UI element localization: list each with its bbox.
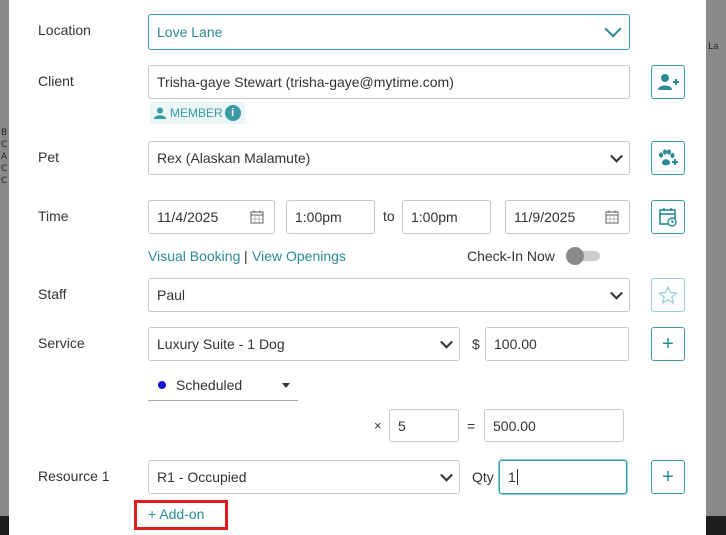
service-select[interactable]: Luxury Suite - 1 Dog: [148, 327, 460, 361]
qty-label: Qty: [472, 469, 494, 485]
backdrop-bottom-left: [0, 516, 9, 535]
plus-icon: +: [662, 465, 674, 488]
service-value: Luxury Suite - 1 Dog: [157, 336, 285, 352]
start-time-input[interactable]: 1:00pm: [286, 200, 375, 234]
backdrop-left-strip: B C A C C: [0, 0, 9, 535]
currency-symbol: $: [472, 336, 480, 352]
service-label: Service: [38, 335, 85, 351]
status-dropdown[interactable]: Scheduled: [148, 370, 298, 401]
pet-value: Rex (Alaskan Malamute): [157, 150, 311, 166]
end-time-value: 1:00pm: [411, 209, 458, 225]
info-icon[interactable]: i: [224, 105, 241, 121]
location-value: Love Lane: [157, 24, 223, 40]
location-select[interactable]: Love Lane: [148, 14, 630, 50]
plus-icon: +: [662, 332, 674, 355]
check-in-toggle[interactable]: [566, 247, 602, 265]
star-icon: [658, 285, 678, 305]
backdrop-text: C: [1, 176, 8, 186]
backdrop-text: A: [1, 152, 8, 162]
client-input[interactable]: Trisha-gaye Stewart (trisha-gaye@mytime.…: [148, 65, 630, 99]
resource-label: Resource 1: [38, 468, 110, 484]
equals-sign: =: [467, 418, 476, 434]
backdrop-text: B: [1, 128, 8, 138]
end-date-value: 11/9/2025: [514, 209, 576, 225]
pet-label: Pet: [38, 149, 60, 165]
total-input[interactable]: 500.00: [484, 409, 624, 442]
caret-down-icon: [282, 383, 290, 388]
add-on-link[interactable]: + Add-on: [148, 506, 204, 522]
calendar-refresh-icon: [659, 208, 677, 227]
check-in-label: Check-In Now: [467, 248, 555, 264]
resource-qty-input[interactable]: 1: [499, 460, 627, 494]
user-icon: [154, 107, 166, 119]
client-label: Client: [38, 73, 74, 89]
resource-select[interactable]: R1 - Occupied: [148, 460, 460, 494]
add-pet-button[interactable]: [651, 141, 685, 175]
status-value: Scheduled: [176, 377, 243, 393]
text-cursor: [516, 469, 518, 485]
member-badge: MEMBER i: [150, 102, 245, 124]
add-client-button[interactable]: [651, 65, 685, 99]
calendar-icon[interactable]: [250, 210, 264, 224]
resource-value: R1 - Occupied: [157, 469, 247, 485]
appointment-modal: Location Love Lane Client Trisha-gaye St…: [9, 0, 706, 535]
multiply-sign: ×: [374, 418, 382, 433]
backdrop-text: La: [708, 42, 719, 52]
paw-plus-icon: [659, 149, 678, 166]
add-service-button[interactable]: +: [651, 327, 685, 361]
end-date-input[interactable]: 11/9/2025: [505, 200, 630, 234]
member-badge-label: MEMBER: [170, 106, 223, 120]
service-price-value: 100.00: [494, 336, 537, 352]
client-value: Trisha-gaye Stewart (trisha-gaye@mytime.…: [157, 74, 454, 90]
end-time-input[interactable]: 1:00pm: [402, 200, 491, 234]
backdrop-text: C: [1, 140, 8, 150]
staff-value: Paul: [157, 287, 186, 303]
backdrop-text: C: [1, 164, 8, 174]
view-openings-link[interactable]: View Openings: [252, 248, 346, 264]
start-time-value: 1:00pm: [295, 209, 342, 225]
pet-select[interactable]: Rex (Alaskan Malamute): [148, 141, 630, 175]
location-label: Location: [38, 22, 91, 38]
calendar-sync-button[interactable]: [651, 200, 685, 234]
backdrop-right-strip: La: [706, 0, 726, 535]
start-date-input[interactable]: 11/4/2025: [148, 200, 275, 234]
staff-label: Staff: [38, 286, 67, 302]
time-label: Time: [38, 208, 69, 224]
start-date-value: 11/4/2025: [157, 209, 219, 225]
add-user-icon: [658, 74, 679, 90]
backdrop-bottom-right: [706, 516, 726, 535]
toggle-knob: [566, 247, 584, 265]
link-separator: |: [244, 248, 248, 264]
resource-qty-value: 1: [508, 469, 516, 485]
staff-select[interactable]: Paul: [148, 278, 630, 312]
quantity-input[interactable]: 5: [389, 409, 459, 442]
status-dot-icon: [158, 381, 166, 389]
calendar-icon[interactable]: [605, 210, 619, 224]
visual-booking-link[interactable]: Visual Booking: [148, 248, 240, 264]
favorite-staff-button[interactable]: [651, 278, 685, 312]
add-resource-button[interactable]: +: [651, 460, 685, 494]
quantity-value: 5: [398, 417, 406, 434]
time-to-label: to: [383, 208, 395, 224]
service-price-input[interactable]: 100.00: [485, 327, 629, 361]
total-value: 500.00: [493, 417, 536, 434]
